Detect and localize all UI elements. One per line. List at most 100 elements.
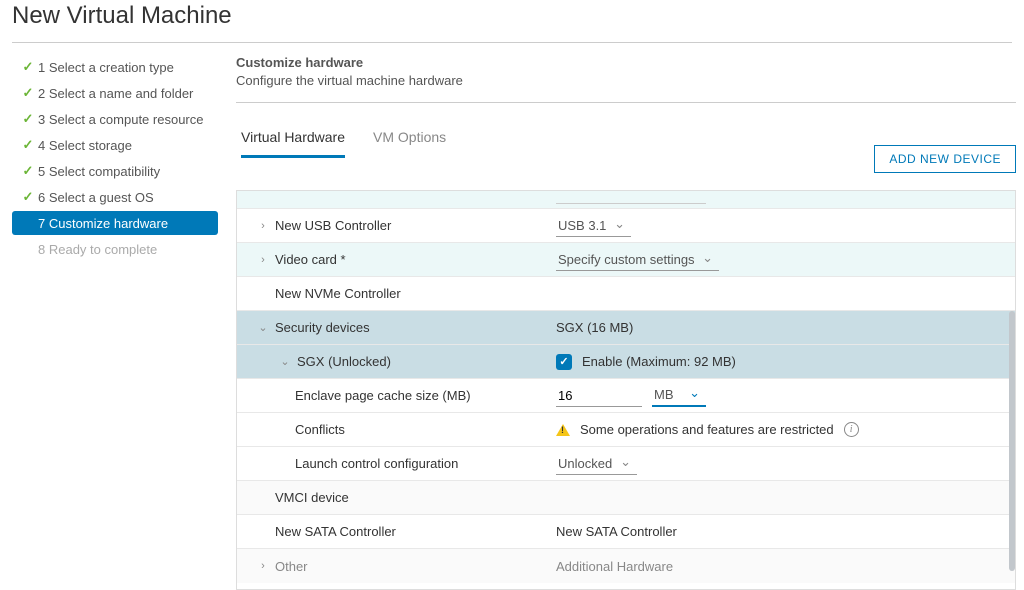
tabs: Virtual Hardware VM Options: [236, 123, 446, 158]
row-security-devices: ⌄ Security devices SGX (16 MB): [237, 311, 1015, 345]
check-icon: ✓: [20, 163, 36, 179]
row-label: Video card *: [275, 252, 346, 267]
launch-control-select[interactable]: Unlocked: [556, 453, 637, 475]
row-label: Security devices: [275, 320, 370, 335]
check-icon: ✓: [20, 137, 36, 153]
step-ready-complete[interactable]: ✓ 8 Ready to complete: [12, 237, 218, 261]
step-creation-type[interactable]: ✓ 1 Select a creation type: [12, 55, 218, 79]
value-cell: New SATA Controller: [552, 524, 1015, 539]
row-usb-controller: › New USB Controller USB 3.1: [237, 209, 1015, 243]
label-cell: › New USB Controller: [237, 218, 552, 233]
label-cell: VMCI device: [237, 490, 552, 505]
row-enclave-page-cache: Enclave page cache size (MB) MB: [237, 379, 1015, 413]
chevron-down-icon[interactable]: ⌄: [277, 355, 293, 368]
add-new-device-button[interactable]: ADD NEW DEVICE: [874, 145, 1016, 173]
row-vmci-device: VMCI device: [237, 481, 1015, 515]
select-wrap: USB 3.1: [556, 215, 631, 237]
step-label: 1 Select a creation type: [38, 60, 174, 75]
row-value: Additional Hardware: [556, 559, 673, 574]
row-label: VMCI device: [275, 490, 349, 505]
step-label: 3 Select a compute resource: [38, 112, 203, 127]
main-panel: Customize hardware Configure the virtual…: [218, 55, 1016, 590]
row-label: Conflicts: [295, 422, 345, 437]
row-label: Other: [275, 559, 308, 574]
sgx-enable-label: Enable (Maximum: 92 MB): [582, 354, 736, 369]
hardware-panel: › New USB Controller USB 3.1 ›: [236, 190, 1016, 590]
value-cell: Additional Hardware: [552, 559, 1015, 574]
value-cell: [552, 195, 1015, 204]
label-cell: ⌄ SGX (Unlocked): [237, 354, 552, 369]
tab-vm-options[interactable]: VM Options: [373, 123, 446, 158]
wizard-container: ✓ 1 Select a creation type ✓ 2 Select a …: [0, 43, 1024, 590]
row-launch-control: Launch control configuration Unlocked: [237, 447, 1015, 481]
value-cell: USB 3.1: [552, 215, 1015, 237]
epc-size-input[interactable]: [556, 385, 642, 407]
step-label: 8 Ready to complete: [38, 242, 157, 257]
page-title: New Virtual Machine: [0, 0, 1024, 42]
value-cell: ✓ Enable (Maximum: 92 MB): [552, 354, 1015, 370]
row-other: › Other Additional Hardware: [237, 549, 1015, 583]
video-card-select[interactable]: Specify custom settings: [556, 249, 719, 271]
chevron-right-icon[interactable]: ›: [255, 220, 271, 232]
epc-unit-select[interactable]: MB: [652, 384, 706, 407]
row-sgx: ⌄ SGX (Unlocked) ✓ Enable (Maximum: 92 M…: [237, 345, 1015, 379]
section-subheading: Configure the virtual machine hardware: [236, 73, 1016, 88]
label-cell: › Other: [237, 559, 552, 574]
step-guest-os[interactable]: ✓ 6 Select a guest OS: [12, 185, 218, 209]
step-storage[interactable]: ✓ 4 Select storage: [12, 133, 218, 157]
step-compatibility[interactable]: ✓ 5 Select compatibility: [12, 159, 218, 183]
scrollbar-thumb[interactable]: [1009, 311, 1015, 571]
value-underline: [556, 203, 706, 204]
conflicts-message: Some operations and features are restric…: [580, 422, 834, 437]
step-label: 5 Select compatibility: [38, 164, 160, 179]
label-cell: Conflicts: [237, 422, 552, 437]
step-label: 4 Select storage: [38, 138, 132, 153]
row-label: Launch control configuration: [295, 456, 458, 471]
row-label: New NVMe Controller: [275, 286, 401, 301]
step-label: 2 Select a name and folder: [38, 86, 193, 101]
warning-icon: [556, 424, 570, 436]
value-cell: SGX (16 MB): [552, 320, 1015, 335]
step-label: 6 Select a guest OS: [38, 190, 154, 205]
check-icon: ✓: [20, 189, 36, 205]
step-compute-resource[interactable]: ✓ 3 Select a compute resource: [12, 107, 218, 131]
step-name-folder[interactable]: ✓ 2 Select a name and folder: [12, 81, 218, 105]
label-cell: ⌄ Security devices: [237, 320, 552, 335]
table-row: [237, 191, 1015, 209]
row-sata-controller: New SATA Controller New SATA Controller: [237, 515, 1015, 549]
row-nvme-controller: New NVMe Controller: [237, 277, 1015, 311]
select-wrap: Specify custom settings: [556, 249, 719, 271]
value-cell: Specify custom settings: [552, 249, 1015, 271]
step-label: 7 Customize hardware: [38, 216, 168, 231]
row-label: New SATA Controller: [275, 524, 396, 539]
sgx-enable-checkbox[interactable]: ✓: [556, 354, 572, 370]
row-label: SGX (Unlocked): [297, 354, 391, 369]
step-customize-hardware[interactable]: ✓ 7 Customize hardware: [12, 211, 218, 235]
chevron-right-icon[interactable]: ›: [255, 254, 271, 266]
label-cell: Enclave page cache size (MB): [237, 388, 552, 403]
value-cell: Some operations and features are restric…: [552, 422, 1015, 437]
chevron-right-icon[interactable]: ›: [255, 560, 271, 572]
security-summary: SGX (16 MB): [556, 320, 633, 335]
value-cell: Unlocked: [552, 453, 1015, 475]
label-cell: › Video card *: [237, 252, 552, 267]
label-cell: New SATA Controller: [237, 524, 552, 539]
row-label: Enclave page cache size (MB): [295, 388, 471, 403]
row-value: New SATA Controller: [556, 524, 677, 539]
chevron-down-icon[interactable]: ⌄: [255, 321, 271, 334]
check-icon: ✓: [20, 85, 36, 101]
row-video-card: › Video card * Specify custom settings: [237, 243, 1015, 277]
value-cell: MB: [552, 384, 1015, 407]
check-icon: ✓: [20, 59, 36, 75]
hardware-scroll[interactable]: › New USB Controller USB 3.1 ›: [237, 191, 1015, 589]
wizard-steps-sidebar: ✓ 1 Select a creation type ✓ 2 Select a …: [12, 55, 218, 590]
info-icon[interactable]: i: [844, 422, 859, 437]
label-cell: New NVMe Controller: [237, 286, 552, 301]
label-cell: Launch control configuration: [237, 456, 552, 471]
select-wrap: Unlocked: [556, 453, 637, 475]
usb-select[interactable]: USB 3.1: [556, 215, 631, 237]
section-heading: Customize hardware: [236, 55, 1016, 70]
row-label: New USB Controller: [275, 218, 391, 233]
tab-virtual-hardware[interactable]: Virtual Hardware: [241, 123, 345, 158]
check-icon: ✓: [20, 111, 36, 127]
